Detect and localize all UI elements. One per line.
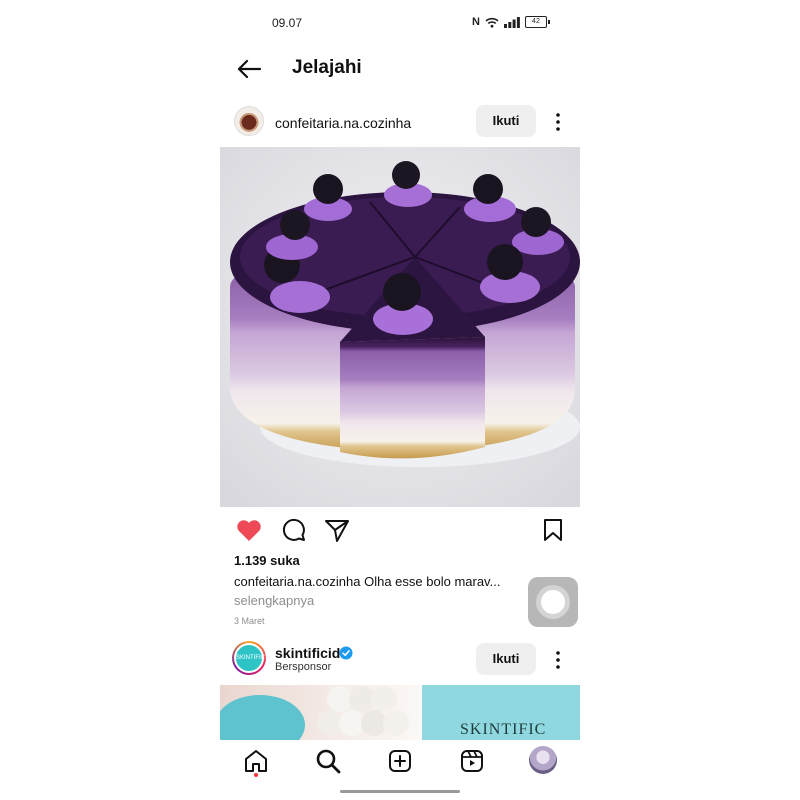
comment-icon xyxy=(282,518,305,541)
share-button[interactable] xyxy=(322,515,352,545)
sponsor-avatar-logo: SKINTIFIC xyxy=(234,643,265,673)
post-author-avatar[interactable] xyxy=(234,106,264,136)
more-vertical-icon xyxy=(556,651,560,669)
more-vertical-icon xyxy=(556,113,560,131)
search-icon xyxy=(316,749,341,774)
sponsor-options-button[interactable] xyxy=(548,645,568,675)
sponsor-avatar[interactable]: SKINTIFIC xyxy=(232,641,266,675)
caption-username[interactable]: confeitaria.na.cozinha xyxy=(234,574,360,589)
follow-sponsor-button[interactable]: Ikuti xyxy=(476,643,536,675)
nav-create[interactable] xyxy=(385,746,415,776)
like-count[interactable]: 1.139 suka xyxy=(234,553,300,568)
post-author-username[interactable]: confeitaria.na.cozinha xyxy=(275,115,411,131)
wifi-icon xyxy=(485,17,499,28)
sponsored-label: Bersponsor xyxy=(275,661,332,673)
nav-home[interactable] xyxy=(241,746,271,776)
ad-image[interactable]: SKINTIFIC xyxy=(220,685,580,740)
nav-profile-avatar[interactable] xyxy=(529,746,557,774)
nfc-icon: N xyxy=(472,16,480,28)
nav-reels[interactable] xyxy=(457,746,487,776)
paper-plane-icon xyxy=(325,520,349,542)
heart-filled-icon xyxy=(237,520,261,541)
reels-icon xyxy=(461,750,483,772)
bottom-navigation xyxy=(220,740,580,800)
plus-square-icon xyxy=(389,750,411,772)
save-button[interactable] xyxy=(538,515,568,545)
nav-search[interactable] xyxy=(313,746,343,776)
signal-icon xyxy=(503,16,520,28)
home-icon xyxy=(245,750,267,772)
verified-badge-icon xyxy=(339,646,353,660)
status-icons: N 42 xyxy=(472,16,550,28)
bookmark-icon xyxy=(544,519,562,541)
notification-dot xyxy=(254,773,258,777)
post-image[interactable] xyxy=(220,147,580,507)
sponsor-username[interactable]: skintificid xyxy=(275,645,340,661)
post-caption: confeitaria.na.cozinha Olha esse bolo ma… xyxy=(234,574,524,589)
battery-icon: 42 xyxy=(524,16,550,28)
back-button[interactable] xyxy=(234,54,264,84)
ad-brand-text: SKINTIFIC xyxy=(460,721,547,738)
post-date: 3 Maret xyxy=(234,616,265,626)
ad-image-product xyxy=(220,685,422,740)
home-indicator[interactable] xyxy=(340,790,460,793)
arrow-left-icon xyxy=(237,59,262,79)
assistive-dot xyxy=(541,590,565,614)
assistive-touch-button[interactable] xyxy=(528,577,578,627)
caption-text: Olha esse bolo marav... xyxy=(364,574,501,589)
status-time: 09.07 xyxy=(272,16,303,30)
page-title: Jelajahi xyxy=(292,57,362,78)
comment-button[interactable] xyxy=(278,515,308,545)
ad-product-photo xyxy=(220,686,409,740)
post-options-button[interactable] xyxy=(548,107,568,137)
like-button[interactable] xyxy=(234,515,264,545)
phone-screen: 09.07 N 42 Jelajahi confeitaria.na.cozin… xyxy=(220,0,580,800)
cake-photo xyxy=(220,147,580,507)
see-more-link[interactable]: selengkapnya xyxy=(234,593,314,608)
follow-button[interactable]: Ikuti xyxy=(476,105,536,137)
